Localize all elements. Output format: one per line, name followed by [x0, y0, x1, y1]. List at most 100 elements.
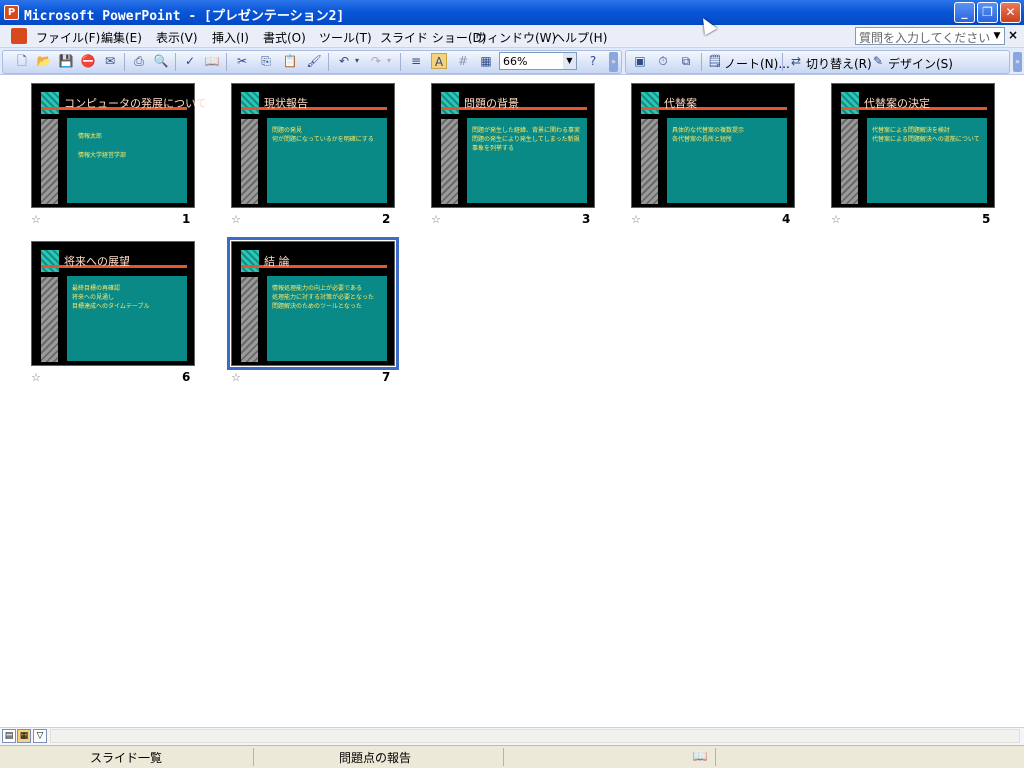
toolbar-separator	[328, 53, 329, 71]
menu-file[interactable]: ファイル(F)	[36, 29, 100, 45]
slide-ornament-icon	[241, 92, 259, 114]
transition-icon[interactable]: ⇄	[788, 53, 804, 69]
slide-sorter-view-icon[interactable]: ▦	[17, 729, 31, 743]
slide-content-panel: 具体的な代替案の複数提示 各代替案の長所と短所	[667, 118, 787, 203]
undo-dropdown-icon[interactable]: ▾	[352, 53, 362, 69]
slide-thumbnail[interactable]: 代替案の決定 代替案による問題解決を検討 代替案による問題解決への道筋について	[831, 83, 995, 208]
new-icon[interactable]: 🗋	[14, 53, 30, 69]
undo-icon[interactable]: ↶	[336, 53, 352, 69]
toolbar-options-icon[interactable]: »	[609, 52, 618, 72]
normal-view-icon[interactable]: ▤	[2, 729, 16, 743]
slide-title: 代替案	[664, 97, 697, 110]
document-close-icon[interactable]: ×	[1008, 28, 1018, 42]
slide-transition-icon[interactable]: ☆	[231, 213, 241, 226]
hide-slide-icon[interactable]: ▣	[632, 53, 648, 69]
menu-slideshow[interactable]: スライド ショー(D)	[380, 29, 486, 45]
slide-side-pattern	[41, 119, 58, 204]
toolbar-options-icon[interactable]: »	[1013, 52, 1022, 72]
slide-thumbnail[interactable]: コンピュータの発展について 情報太郎 情報大学経営学部	[31, 83, 207, 208]
slide-transition-icon[interactable]: ☆	[831, 213, 841, 226]
status-separator	[715, 748, 716, 766]
toolbar-separator	[124, 53, 125, 71]
slide-ornament-icon	[641, 92, 659, 114]
email-icon[interactable]: ✉	[102, 53, 118, 69]
slide-transition-icon[interactable]: ☆	[231, 371, 241, 384]
paste-icon[interactable]: 📋	[282, 53, 298, 69]
slide-bullet: 具体的な代替案の複数提示	[672, 127, 745, 134]
powerpoint-app-icon[interactable]: P	[4, 5, 19, 20]
copy-icon[interactable]: ⎘	[258, 53, 274, 69]
slide-ornament-icon	[41, 250, 59, 272]
menu-view[interactable]: 表示(V)	[156, 29, 198, 45]
slide-thumbnail[interactable]: 現状報告問題の発見 何が問題になっているかを明確にする	[231, 83, 395, 208]
slide-bullet: 最終目標の再確認	[72, 285, 121, 292]
close-button[interactable]: ✕	[1000, 2, 1021, 23]
print-icon[interactable]: ⎙	[131, 53, 147, 69]
zoom-dropdown-icon[interactable]: ▼	[563, 53, 576, 69]
slide-side-pattern	[841, 119, 858, 204]
slide-thumbnail[interactable]: 将来への展望 最終目標の再確認 将来への見通し 目標達成へのタイムテーブル	[31, 241, 195, 366]
slide-transition-icon[interactable]: ☆	[31, 213, 41, 226]
redo-icon[interactable]: ↷	[368, 53, 384, 69]
ask-dropdown-icon[interactable]: ▼	[990, 28, 1004, 44]
language-icon[interactable]: 📖	[690, 749, 710, 766]
restore-button[interactable]: ❐	[977, 2, 998, 23]
slide-transition-icon[interactable]: ☆	[631, 213, 641, 226]
notes-button[interactable]: ノート(N)...	[724, 55, 790, 72]
design-button[interactable]: デザイン(S)	[888, 55, 953, 72]
open-icon[interactable]: 📂	[36, 53, 52, 69]
expand-all-icon[interactable]: ≡	[408, 53, 424, 69]
help-icon[interactable]: ?	[585, 53, 601, 69]
menu-edit[interactable]: 編集(E)	[101, 29, 142, 45]
notes-icon[interactable]: 🗒	[707, 53, 723, 69]
slide-transition-icon[interactable]: ☆	[31, 371, 41, 384]
color-grayscale-icon[interactable]: ▦	[478, 53, 494, 69]
ask-question-input[interactable]: 質問を入力してください	[855, 27, 1005, 45]
status-separator	[503, 748, 504, 766]
slide-content-panel: 問題の発見 何が問題になっているかを明確にする	[267, 118, 387, 203]
slide-title: コンピュータの発展について	[64, 97, 207, 110]
design-icon[interactable]: ✎	[870, 53, 886, 69]
show-formatting-icon[interactable]: A	[431, 53, 447, 69]
slide-title: 問題の背景	[464, 97, 519, 110]
slide-bullet: 問題解決のためのツールとなった	[272, 303, 362, 310]
transition-button[interactable]: 切り替え(R)	[806, 55, 872, 72]
menu-help[interactable]: ヘルプ(H)	[553, 29, 607, 45]
print-preview-icon[interactable]: 🔍	[153, 53, 169, 69]
cut-icon[interactable]: ✂	[234, 53, 250, 69]
save-icon[interactable]: 💾	[58, 53, 74, 69]
rehearse-timings-icon[interactable]: ⏱	[655, 53, 671, 69]
slide-side-pattern	[41, 277, 58, 362]
minimize-button[interactable]: _	[954, 2, 975, 23]
research-icon[interactable]: 📖	[204, 53, 220, 69]
slide-title-rule	[241, 107, 387, 110]
slide-bullet: 代替案による問題解決への道筋について	[872, 136, 980, 143]
format-painter-icon[interactable]: 🖌	[306, 53, 322, 69]
slide-body: 代替案による問題解決を検討 代替案による問題解決への道筋について	[872, 126, 984, 144]
spelling-icon[interactable]: ✓	[182, 53, 198, 69]
slide-transition-icon[interactable]: ☆	[431, 213, 441, 226]
grid-icon[interactable]: #	[455, 53, 471, 69]
slide-thumbnail[interactable]: 結 論情報処理能力の向上が必要である 処理能力に対する対策が必要となった 問題解決の…	[227, 237, 399, 370]
slide-ornament-icon	[41, 92, 59, 114]
document-icon[interactable]	[11, 28, 27, 44]
menu-window[interactable]: ウィンドウ(W)	[475, 29, 556, 45]
menu-format[interactable]: 書式(O)	[263, 29, 306, 45]
redo-dropdown-icon[interactable]: ▾	[384, 53, 394, 69]
slide-thumbnail[interactable]: 代替案具体的な代替案の複数提示 各代替案の長所と短所	[631, 83, 795, 208]
slide-number: 3	[582, 212, 591, 226]
slide-body: 具体的な代替案の複数提示 各代替案の長所と短所	[672, 126, 784, 144]
permission-icon[interactable]: ⛔	[80, 53, 96, 69]
horizontal-scrollbar[interactable]	[50, 729, 1020, 743]
menu-insert[interactable]: 挿入(I)	[212, 29, 249, 45]
slide-side-pattern	[241, 119, 258, 204]
slideshow-view-icon[interactable]: ▽	[33, 729, 47, 743]
slide-ornament-icon	[241, 250, 259, 272]
status-view: スライド一覧	[89, 751, 162, 765]
summary-slide-icon[interactable]: ⧉	[678, 53, 694, 69]
slide-content-panel: 代替案による問題解決を検討 代替案による問題解決への道筋について	[867, 118, 987, 203]
slide-title: 現状報告	[264, 97, 308, 110]
slide-number: 4	[782, 212, 791, 226]
menu-tools[interactable]: ツール(T)	[319, 29, 372, 45]
slide-thumbnail[interactable]: 問題の背景 問題が発生した経緯、背景に関わる事実 問題の発生により発生してしまった新…	[431, 83, 595, 208]
